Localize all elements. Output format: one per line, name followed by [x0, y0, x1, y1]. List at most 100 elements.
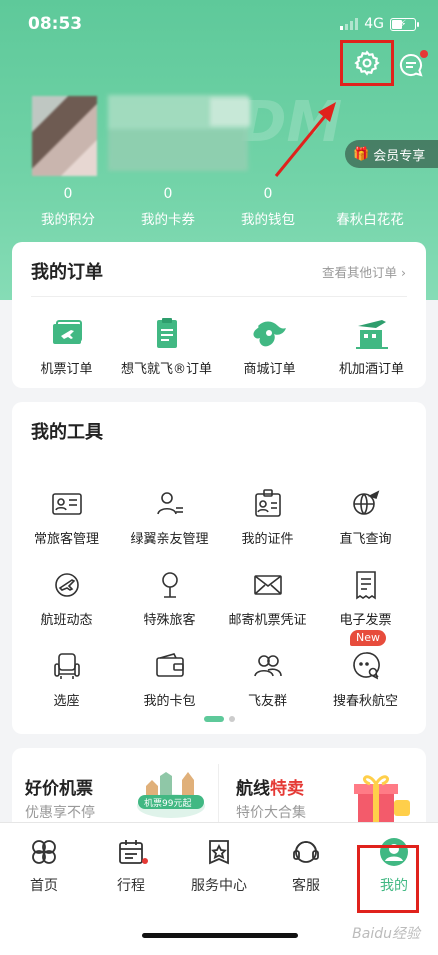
avatar[interactable]	[32, 96, 97, 176]
order-item-label: 机票订单	[40, 362, 93, 377]
status-bar: 08:53 4G ⚡	[28, 14, 419, 38]
tab-itinerary[interactable]: 行程	[91, 837, 171, 895]
promo-divider	[218, 764, 219, 830]
tool-search-spring[interactable]: 搜春秋航空	[314, 648, 417, 709]
tab-label: 行程	[117, 878, 145, 894]
stat-label: 我的卡券	[141, 212, 195, 228]
gift-icon: 🎁	[353, 146, 370, 162]
home-indicator	[142, 933, 298, 938]
stat-value: 0	[263, 186, 273, 202]
orders-card: 我的订单 查看其他订单 › 机票订单 想飞就飞®订单 商城订单 机加酒订单	[12, 242, 426, 388]
tab-label: 首页	[30, 878, 58, 894]
view-other-orders-link[interactable]: 查看其他订单 ›	[322, 262, 406, 281]
tool-flight-status[interactable]: 航班动态	[15, 567, 118, 628]
gift-box-icon[interactable]	[346, 766, 416, 828]
tool-label: 我的卡包	[143, 694, 196, 709]
signal-icon	[340, 18, 359, 30]
wallet-icon	[155, 653, 184, 677]
page-indicator	[0, 716, 438, 722]
status-time: 08:53	[28, 14, 83, 34]
annotation-highlight-box	[357, 845, 419, 913]
tool-family-friends[interactable]: 绿翼亲友管理	[118, 486, 221, 547]
stat-value	[320, 186, 420, 202]
tool-e-invoice[interactable]: 电子发票	[314, 567, 417, 628]
group-icon	[253, 655, 282, 677]
tool-label: 电子发票	[339, 613, 392, 628]
tab-customer-service[interactable]: 客服	[266, 837, 346, 895]
page-dot	[228, 716, 235, 722]
promo-cheap-image[interactable]: 机票99元起	[132, 762, 210, 828]
tab-home[interactable]: 首页	[4, 837, 84, 895]
new-badge: New	[350, 630, 386, 646]
tool-frequent-flyer[interactable]: 常旅客管理	[15, 486, 118, 547]
tool-direct-flight[interactable]: 直飞查询	[314, 486, 417, 547]
tool-label: 我的证件	[241, 532, 294, 547]
order-item-hotel-flight[interactable]: 机加酒订单	[320, 316, 423, 377]
tool-special-passenger[interactable]: 特殊旅客	[118, 567, 221, 628]
promo-cheap-title[interactable]: 好价机票	[25, 774, 93, 799]
tab-service-center[interactable]: 服务中心	[179, 837, 259, 895]
special-passenger-icon	[161, 572, 178, 598]
flight-status-icon	[54, 573, 79, 597]
home-logo-icon	[32, 840, 56, 864]
badge-icon	[254, 489, 281, 517]
baidu-watermark: Baidu经验	[352, 926, 420, 942]
tool-label: 邮寄机票凭证	[228, 613, 307, 628]
stat-points[interactable]: 0 我的积分	[18, 186, 118, 228]
order-item-label: 想飞就飞®订单	[120, 362, 212, 377]
settings-button[interactable]	[340, 40, 394, 86]
promo-route-title[interactable]: 航线特卖	[236, 774, 304, 799]
tool-label: 特殊旅客	[143, 613, 196, 628]
tool-flyer-group[interactable]: 飞友群	[216, 648, 319, 709]
mail-icon	[253, 575, 282, 595]
tools-title: 我的工具	[31, 422, 103, 443]
promo-cheap-tag: 机票99元起	[144, 799, 192, 809]
tool-label: 飞友群	[247, 694, 287, 709]
service-star-icon	[209, 840, 229, 865]
promo-route-subtitle: 特价大合集	[236, 805, 306, 821]
tool-label: 选座	[53, 694, 80, 709]
tool-card-wallet[interactable]: 我的卡包	[118, 648, 221, 709]
stat-value: 0	[163, 186, 173, 202]
invoice-icon	[355, 571, 376, 600]
mall-icon	[252, 321, 286, 347]
orders-title: 我的订单	[31, 262, 103, 283]
tool-label: 搜春秋航空	[332, 694, 398, 709]
clipboard-icon	[156, 318, 177, 348]
search-chat-icon	[352, 652, 380, 680]
stat-label: 我的钱包	[241, 212, 295, 228]
tool-mail-ticket[interactable]: 邮寄机票凭证	[216, 567, 319, 628]
stat-label: 春秋白花花	[336, 212, 404, 228]
tab-label: 客服	[292, 878, 320, 894]
tool-label: 直飞查询	[339, 532, 392, 547]
divider	[31, 296, 407, 297]
network-label: 4G	[364, 16, 384, 32]
headset-icon	[293, 841, 319, 863]
member-exclusive-button[interactable]: 🎁 会员专享	[345, 140, 438, 168]
user-name-blurred-2	[210, 98, 250, 126]
stat-value: 0	[63, 186, 73, 202]
annotation-arrow	[274, 102, 336, 177]
promo-cheap-subtitle: 优惠享不停	[25, 805, 95, 821]
stat-wallet[interactable]: 0 我的钱包	[218, 186, 318, 228]
order-item-flight[interactable]: 机票订单	[15, 316, 118, 377]
member-label: 会员专享	[373, 148, 426, 164]
tool-label: 常旅客管理	[33, 532, 99, 547]
order-item-label: 机加酒订单	[338, 362, 404, 377]
gear-icon	[354, 50, 380, 76]
order-item-fly-anytime[interactable]: 想飞就飞®订单	[115, 316, 218, 377]
tool-label: 绿翼亲友管理	[130, 532, 209, 547]
stat-coupons[interactable]: 0 我的卡券	[118, 186, 218, 228]
page-dot-active	[203, 716, 224, 722]
promo-route-title-prefix: 航线	[236, 779, 270, 799]
hotel-flight-icon	[355, 320, 388, 349]
promo-route-title-highlight: 特卖	[270, 779, 304, 799]
tool-label: 航班动态	[40, 613, 93, 628]
itinerary-dot	[142, 858, 148, 864]
tool-documents[interactable]: 我的证件	[216, 486, 319, 547]
tool-seat-selection[interactable]: 选座	[15, 648, 118, 709]
stat-credit[interactable]: 春秋白花花	[320, 186, 420, 228]
order-item-mall[interactable]: 商城订单	[218, 316, 321, 377]
message-dot	[420, 50, 428, 58]
tab-label: 服务中心	[191, 878, 247, 894]
